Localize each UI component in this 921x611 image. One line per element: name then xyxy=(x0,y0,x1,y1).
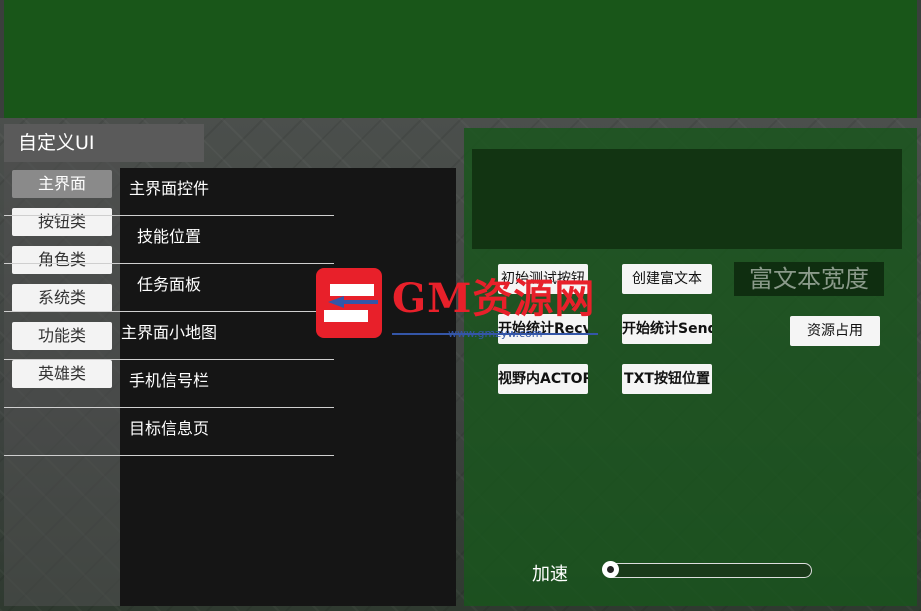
speed-slider-knob[interactable] xyxy=(602,561,619,578)
start-send-stats-button[interactable]: 开始统计Send xyxy=(622,314,712,344)
watermark-url: www.gmzyw.com xyxy=(448,327,543,340)
speed-slider[interactable] xyxy=(604,563,812,578)
resource-usage-button[interactable]: 资源占用 xyxy=(790,316,880,346)
rich-text-width-display: 富文本宽度 xyxy=(734,262,884,296)
sub-item-task-panel[interactable]: 任务面板 xyxy=(4,264,334,312)
visible-actor-button[interactable]: 视野内ACTOR xyxy=(498,364,588,394)
sub-item-target-info[interactable]: 目标信息页 xyxy=(4,408,334,456)
txt-button-position-button[interactable]: TXT按钮位置 xyxy=(622,364,712,394)
rich-text-display xyxy=(472,149,902,249)
sub-item-skill-position[interactable]: 技能位置 xyxy=(4,216,334,264)
top-bar xyxy=(4,0,917,118)
watermark-brand: GM资源网 xyxy=(392,275,596,322)
sub-item-main-controls[interactable]: 主界面控件 xyxy=(4,168,334,216)
watermark-logo-icon xyxy=(316,266,382,340)
sub-item-signal-bar[interactable]: 手机信号栏 xyxy=(4,360,334,408)
create-rich-text-button[interactable]: 创建富文本 xyxy=(622,264,712,294)
speed-label: 加速 xyxy=(532,564,568,585)
sub-item-minimap[interactable]: 主界面小地图 xyxy=(4,312,334,360)
window-title: 自定义UI xyxy=(4,124,204,162)
